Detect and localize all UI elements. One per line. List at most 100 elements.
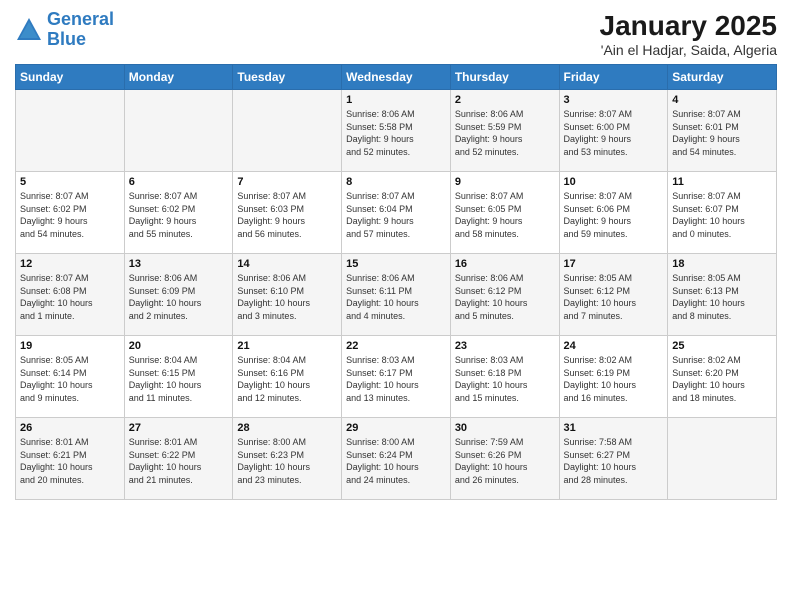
day-info-line: Daylight: 10 hours	[346, 379, 446, 392]
calendar-cell: 17Sunrise: 8:05 AMSunset: 6:12 PMDayligh…	[559, 254, 668, 336]
day-number: 18	[672, 258, 772, 270]
week-row-3: 19Sunrise: 8:05 AMSunset: 6:14 PMDayligh…	[16, 336, 777, 418]
day-info-line: Sunset: 6:04 PM	[346, 203, 446, 216]
day-info-line: and 20 minutes.	[20, 474, 120, 487]
calendar-cell: 2Sunrise: 8:06 AMSunset: 5:59 PMDaylight…	[450, 90, 559, 172]
weekday-header-tuesday: Tuesday	[233, 65, 342, 90]
calendar-cell: 23Sunrise: 8:03 AMSunset: 6:18 PMDayligh…	[450, 336, 559, 418]
calendar-cell: 16Sunrise: 8:06 AMSunset: 6:12 PMDayligh…	[450, 254, 559, 336]
day-info: Sunrise: 8:03 AMSunset: 6:17 PMDaylight:…	[346, 354, 446, 404]
day-info: Sunrise: 8:07 AMSunset: 6:01 PMDaylight:…	[672, 108, 772, 158]
day-info-line: Daylight: 9 hours	[455, 133, 555, 146]
day-info-line: and 53 minutes.	[564, 146, 664, 159]
logo-text: General Blue	[47, 10, 114, 50]
day-info-line: Sunrise: 7:58 AM	[564, 436, 664, 449]
day-info-line: Sunrise: 8:06 AM	[346, 272, 446, 285]
day-info: Sunrise: 8:07 AMSunset: 6:08 PMDaylight:…	[20, 272, 120, 322]
day-number: 1	[346, 94, 446, 106]
day-info: Sunrise: 8:07 AMSunset: 6:04 PMDaylight:…	[346, 190, 446, 240]
calendar-cell: 30Sunrise: 7:59 AMSunset: 6:26 PMDayligh…	[450, 418, 559, 500]
day-info-line: Sunset: 6:16 PM	[237, 367, 337, 380]
day-info-line: Sunrise: 7:59 AM	[455, 436, 555, 449]
day-info-line: and 28 minutes.	[564, 474, 664, 487]
day-number: 30	[455, 422, 555, 434]
day-info: Sunrise: 8:07 AMSunset: 6:02 PMDaylight:…	[129, 190, 229, 240]
calendar-cell	[124, 90, 233, 172]
day-info-line: Sunrise: 8:05 AM	[20, 354, 120, 367]
day-info-line: Daylight: 10 hours	[455, 461, 555, 474]
day-number: 28	[237, 422, 337, 434]
day-info-line: and 8 minutes.	[672, 310, 772, 323]
day-number: 7	[237, 176, 337, 188]
day-info: Sunrise: 8:04 AMSunset: 6:15 PMDaylight:…	[129, 354, 229, 404]
day-info-line: Sunset: 6:14 PM	[20, 367, 120, 380]
day-number: 25	[672, 340, 772, 352]
day-info-line: Sunset: 6:02 PM	[20, 203, 120, 216]
day-info-line: and 3 minutes.	[237, 310, 337, 323]
day-number: 14	[237, 258, 337, 270]
day-info: Sunrise: 8:01 AMSunset: 6:21 PMDaylight:…	[20, 436, 120, 486]
day-number: 24	[564, 340, 664, 352]
day-number: 19	[20, 340, 120, 352]
day-info: Sunrise: 8:06 AMSunset: 6:10 PMDaylight:…	[237, 272, 337, 322]
day-info: Sunrise: 8:04 AMSunset: 6:16 PMDaylight:…	[237, 354, 337, 404]
day-number: 3	[564, 94, 664, 106]
day-info-line: Sunrise: 8:06 AM	[455, 272, 555, 285]
day-info-line: Sunrise: 8:07 AM	[672, 108, 772, 121]
day-info-line: Sunrise: 8:02 AM	[564, 354, 664, 367]
day-info-line: Sunrise: 8:07 AM	[455, 190, 555, 203]
calendar-cell: 25 Sunrise: 8:02 AMSunset: 6:20 PMDayligh…	[668, 336, 777, 418]
day-info-line: Sunrise: 8:03 AM	[455, 354, 555, 367]
logo-line2: Blue	[47, 29, 86, 49]
day-info: Sunrise: 8:01 AMSunset: 6:22 PMDaylight:…	[129, 436, 229, 486]
day-info-line: Sunset: 6:13 PM	[672, 285, 772, 298]
calendar-cell: 27 Sunrise: 8:01 AMSunset: 6:22 PMDayligh…	[124, 418, 233, 500]
day-info-line: Daylight: 10 hours	[129, 379, 229, 392]
day-info-line: Sunset: 6:20 PM	[672, 367, 772, 380]
calendar-cell: 7 Sunrise: 8:07 AMSunset: 6:03 PMDaylight…	[233, 172, 342, 254]
day-info-line: Sunrise: 8:06 AM	[455, 108, 555, 121]
week-row-2: 12 Sunrise: 8:07 AMSunset: 6:08 PMDayligh…	[16, 254, 777, 336]
weekday-header-thursday: Thursday	[450, 65, 559, 90]
day-info-line: and 15 minutes.	[455, 392, 555, 405]
day-info-line: Daylight: 10 hours	[237, 461, 337, 474]
day-info-line: Sunrise: 8:04 AM	[237, 354, 337, 367]
day-info-line: Sunrise: 8:02 AM	[672, 354, 772, 367]
day-number: 12	[20, 258, 120, 270]
day-info-line: Sunset: 5:58 PM	[346, 121, 446, 134]
day-info: Sunrise: 8:02 AMSunset: 6:20 PMDaylight:…	[672, 354, 772, 404]
day-number: 23	[455, 340, 555, 352]
day-info-line: Sunset: 6:01 PM	[672, 121, 772, 134]
day-info-line: Sunrise: 8:07 AM	[20, 272, 120, 285]
day-info-line: Daylight: 10 hours	[564, 379, 664, 392]
day-number: 31	[564, 422, 664, 434]
logo-line1: General	[47, 9, 114, 29]
day-info-line: Sunrise: 8:06 AM	[237, 272, 337, 285]
day-info-line: and 55 minutes.	[129, 228, 229, 241]
day-number: 27	[129, 422, 229, 434]
weekday-header-wednesday: Wednesday	[342, 65, 451, 90]
calendar-cell: 20Sunrise: 8:04 AMSunset: 6:15 PMDayligh…	[124, 336, 233, 418]
day-info-line: and 56 minutes.	[237, 228, 337, 241]
day-info-line: Daylight: 10 hours	[129, 461, 229, 474]
calendar-cell: 28Sunrise: 8:00 AMSunset: 6:23 PMDayligh…	[233, 418, 342, 500]
day-number: 5	[20, 176, 120, 188]
day-info: Sunrise: 8:06 AMSunset: 6:09 PMDaylight:…	[129, 272, 229, 322]
day-info-line: Sunrise: 8:01 AM	[129, 436, 229, 449]
day-info-line: Daylight: 9 hours	[346, 133, 446, 146]
calendar-cell	[16, 90, 125, 172]
calendar-cell: 14 Sunrise: 8:06 AMSunset: 6:10 PMDayligh…	[233, 254, 342, 336]
day-info-line: Daylight: 10 hours	[672, 215, 772, 228]
day-info-line: Sunset: 6:22 PM	[129, 449, 229, 462]
day-number: 22	[346, 340, 446, 352]
day-info-line: Sunset: 6:24 PM	[346, 449, 446, 462]
day-info-line: Sunset: 6:09 PM	[129, 285, 229, 298]
day-info-line: Daylight: 9 hours	[237, 215, 337, 228]
day-number: 16	[455, 258, 555, 270]
day-info-line: Daylight: 9 hours	[564, 215, 664, 228]
day-info-line: Sunrise: 8:00 AM	[237, 436, 337, 449]
day-info-line: Sunset: 6:10 PM	[237, 285, 337, 298]
day-info-line: Daylight: 10 hours	[20, 379, 120, 392]
day-info: Sunrise: 8:07 AMSunset: 6:03 PMDaylight:…	[237, 190, 337, 240]
day-info-line: Sunrise: 8:07 AM	[237, 190, 337, 203]
